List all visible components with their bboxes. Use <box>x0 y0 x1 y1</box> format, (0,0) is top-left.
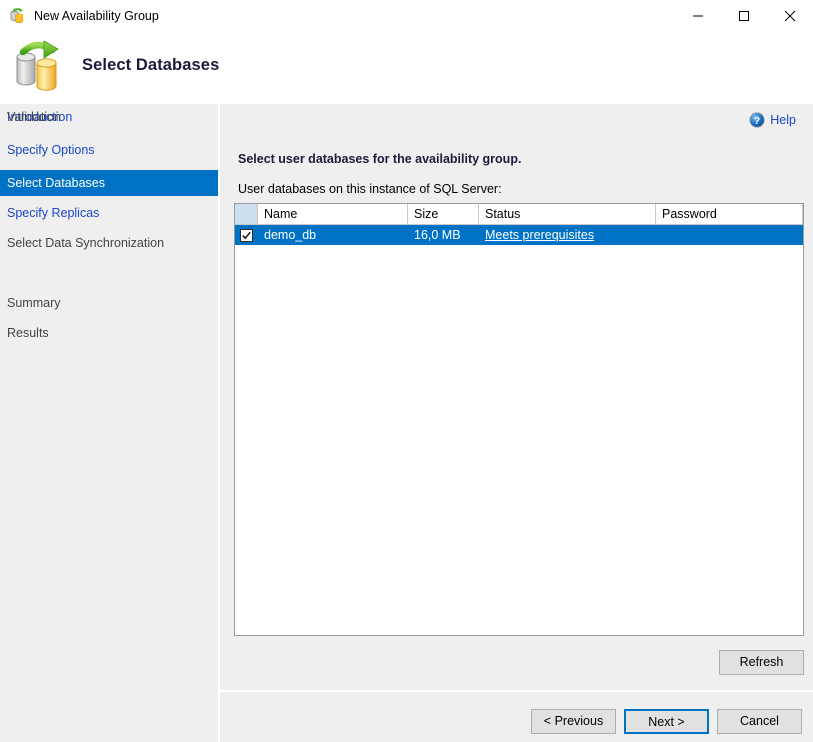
grid-header-row: Name Size Status Password <box>235 204 803 225</box>
sidebar-item-results: Results <box>7 326 49 340</box>
table-row[interactable]: demo_db 16,0 MB Meets prerequisites <box>235 225 803 245</box>
sidebar-item-select-databases[interactable]: Select Databases <box>0 170 218 196</box>
databases-sync-icon <box>10 37 68 95</box>
refresh-button[interactable]: Refresh <box>719 650 804 675</box>
grid-header-select-all[interactable] <box>235 204 258 224</box>
help-label: Help <box>770 113 796 127</box>
minimize-icon[interactable] <box>675 0 721 31</box>
next-button[interactable]: Next > <box>624 709 709 734</box>
databases-grid[interactable]: Name Size Status Password demo_db 16,0 M… <box>234 203 804 636</box>
sidebar-item-validation: Validation <box>7 110 61 124</box>
grid-header-size[interactable]: Size <box>408 204 479 224</box>
row-name: demo_db <box>264 228 317 242</box>
wizard-footer: < Previous Next > Cancel <box>220 692 813 742</box>
help-circle-icon: ? <box>749 112 765 128</box>
sidebar-item-specify-options[interactable]: Specify Options <box>0 137 218 163</box>
svg-text:?: ? <box>754 115 760 127</box>
window-controls <box>675 0 813 31</box>
help-link[interactable]: ? Help <box>749 112 796 128</box>
row-select-checkbox[interactable] <box>235 225 258 245</box>
grid-header-password[interactable]: Password <box>656 204 803 224</box>
wizard-sidebar: Introduction Specify Options Select Data… <box>0 104 218 742</box>
grid-header-status[interactable]: Status <box>479 204 656 224</box>
cancel-button[interactable]: Cancel <box>717 709 802 734</box>
instruction-text: Select user databases for the availabili… <box>238 152 522 166</box>
availability-group-icon <box>9 7 25 24</box>
grid-header-name[interactable]: Name <box>258 204 408 224</box>
title-bar: New Availability Group <box>0 0 813 31</box>
sidebar-item-select-data-sync: Select Data Synchronization <box>7 236 165 250</box>
row-status[interactable]: Meets prerequisites <box>479 225 656 245</box>
close-icon[interactable] <box>767 0 813 31</box>
row-size: 16,0 MB <box>414 228 461 242</box>
status-link[interactable]: Meets prerequisites <box>485 228 594 242</box>
sidebar-item-summary: Summary <box>7 296 61 310</box>
checkbox-checked-icon[interactable] <box>240 228 253 242</box>
maximize-icon[interactable] <box>721 0 767 31</box>
row-password[interactable] <box>656 225 803 245</box>
grid-caption: User databases on this instance of SQL S… <box>238 182 502 196</box>
previous-button[interactable]: < Previous <box>531 709 616 734</box>
main-content: ? Help Select user databases for the ava… <box>220 104 813 690</box>
page-title: Select Databases <box>82 56 220 74</box>
window-title: New Availability Group <box>34 8 159 23</box>
page-header: Select Databases <box>0 31 813 104</box>
sidebar-item-specify-replicas[interactable]: Specify Replicas <box>0 200 218 226</box>
